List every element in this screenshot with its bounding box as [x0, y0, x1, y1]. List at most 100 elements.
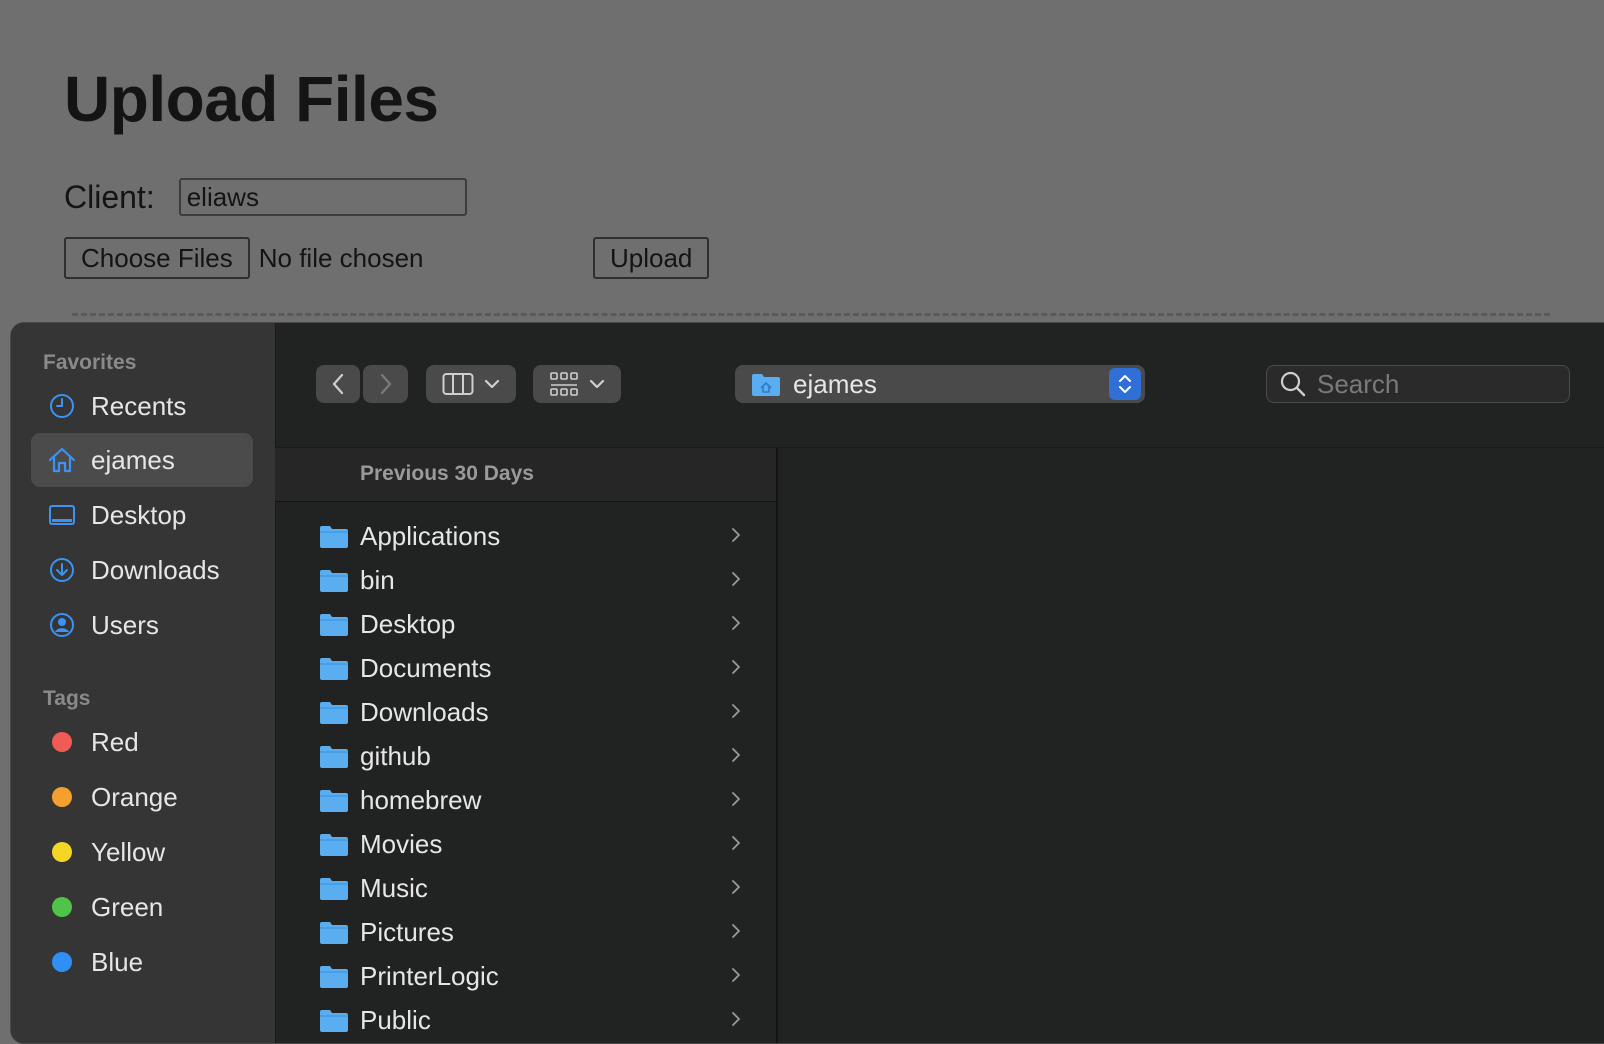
list-item-label: Music — [360, 873, 428, 903]
home-icon — [47, 445, 77, 475]
sidebar-item-label: Orange — [91, 781, 178, 812]
folder-icon — [320, 614, 348, 636]
sidebar-tag-red[interactable]: Red — [31, 715, 253, 769]
chevron-right-icon — [732, 748, 740, 762]
sidebar-item-users[interactable]: Users — [31, 598, 253, 652]
sidebar-item-label: Users — [91, 609, 159, 640]
list-item[interactable]: bin — [275, 559, 776, 603]
client-input[interactable] — [178, 178, 467, 216]
column-divider[interactable] — [776, 448, 778, 1043]
red-tag-dot-icon — [52, 732, 72, 752]
chevron-down-icon — [484, 379, 500, 389]
list-item[interactable]: Music — [275, 867, 776, 911]
search-field[interactable] — [1266, 365, 1570, 403]
sidebar-item-label: Blue — [91, 946, 144, 977]
sidebar-item-downloads[interactable]: Downloads — [31, 543, 253, 597]
list-item[interactable]: Applications — [275, 515, 776, 559]
list-item-label: homebrew — [360, 785, 482, 815]
no-file-text: No file chosen — [258, 242, 424, 273]
chevron-right-icon — [732, 836, 740, 850]
sidebar-item-label: Downloads — [91, 554, 220, 585]
list-item-label: Documents — [360, 653, 492, 683]
sidebar-item-recents[interactable]: Recents — [31, 379, 253, 433]
column-header: Previous 30 Days — [275, 448, 776, 502]
upload-button[interactable]: Upload — [593, 237, 710, 279]
list-item[interactable]: Movies — [275, 823, 776, 867]
chevron-right-icon — [380, 373, 391, 395]
list-item[interactable]: Downloads — [275, 691, 776, 735]
desktop-icon — [47, 500, 77, 530]
user-icon — [47, 610, 77, 640]
download-icon — [47, 555, 77, 585]
list-item-label: Downloads — [360, 697, 489, 727]
favorites-title: Favorites — [43, 351, 137, 374]
sidebar-tag-yellow[interactable]: Yellow — [31, 825, 253, 879]
list-item[interactable]: homebrew — [275, 779, 776, 823]
green-tag-dot-icon — [52, 897, 72, 917]
chevron-right-icon — [732, 704, 740, 718]
column-header-label: Previous 30 Days — [360, 462, 534, 485]
list-item-label: Pictures — [360, 917, 454, 947]
sidebar-item-label: Yellow — [91, 836, 166, 867]
list-item[interactable]: Documents — [275, 647, 776, 691]
sidebar-tag-blue[interactable]: Blue — [31, 935, 253, 989]
client-row: Client: — [64, 178, 467, 216]
forward-button[interactable] — [363, 365, 408, 403]
chevron-right-icon — [732, 528, 740, 542]
view-mode-button[interactable] — [426, 365, 516, 403]
chevron-right-icon — [732, 880, 740, 894]
folder-icon — [320, 702, 348, 724]
chevron-left-icon — [332, 373, 344, 395]
list-item[interactable]: Public — [275, 999, 776, 1043]
browser-column: Previous 30 Days Applications bin Desktop D… — [275, 448, 776, 1043]
group-by-button[interactable] — [533, 365, 621, 403]
folder-icon — [320, 834, 348, 856]
sidebar-item-label: ejames — [91, 444, 175, 475]
list-item-label: github — [360, 741, 431, 771]
folder-icon — [320, 790, 348, 812]
sidebar-tag-green[interactable]: Green — [31, 880, 253, 934]
back-button[interactable] — [316, 365, 360, 403]
chevron-right-icon — [732, 968, 740, 982]
location-label: ejames — [793, 368, 877, 399]
folder-icon — [320, 570, 348, 592]
chevron-right-icon — [732, 1012, 740, 1026]
list-item-label: Public — [360, 1005, 431, 1035]
list-item-label: Movies — [360, 829, 443, 859]
sidebar-item-ejames[interactable]: ejames — [31, 433, 253, 487]
sidebar-item-desktop[interactable]: Desktop — [31, 488, 253, 542]
list-item[interactable]: Desktop — [275, 603, 776, 647]
folder-icon — [320, 658, 348, 680]
client-label: Client: — [64, 178, 155, 215]
folder-icon — [320, 746, 348, 768]
folder-icon — [320, 922, 348, 944]
yellow-tag-dot-icon — [52, 842, 72, 862]
list-item[interactable]: github — [275, 735, 776, 779]
choose-files-button[interactable]: Choose Files — [64, 237, 250, 279]
list-item[interactable]: PrinterLogic — [275, 955, 776, 999]
file-row: Choose Files No file chosen — [64, 237, 424, 279]
chevron-right-icon — [732, 924, 740, 938]
grid-group-icon — [550, 372, 578, 396]
sidebar-item-label: Recents — [91, 390, 187, 421]
chevron-right-icon — [732, 572, 740, 586]
up-down-chevrons-icon — [1119, 375, 1131, 393]
sidebar-item-label: Red — [91, 726, 139, 757]
chevron-right-icon — [732, 660, 740, 674]
search-input[interactable] — [1315, 367, 1559, 401]
sidebar-item-label: Green — [91, 891, 164, 922]
file-picker-dialog: Favorites Recents ejames Desktop Downloa… — [10, 322, 1604, 1044]
columns-view-icon — [442, 373, 474, 395]
location-popup[interactable]: ejames — [735, 365, 1145, 403]
list-item-label: bin — [360, 565, 395, 595]
orange-tag-dot-icon — [52, 787, 72, 807]
chevron-down-icon — [589, 379, 605, 389]
sidebar-tag-orange[interactable]: Orange — [31, 770, 253, 824]
list-item-label: Applications — [360, 521, 501, 551]
chevron-right-icon — [732, 616, 740, 630]
sidebar: Favorites Recents ejames Desktop Downloa… — [11, 323, 276, 1043]
chevron-right-icon — [732, 792, 740, 806]
list-item-label: PrinterLogic — [360, 961, 499, 991]
list-item[interactable]: Pictures — [275, 911, 776, 955]
location-stepper[interactable] — [1109, 368, 1141, 400]
